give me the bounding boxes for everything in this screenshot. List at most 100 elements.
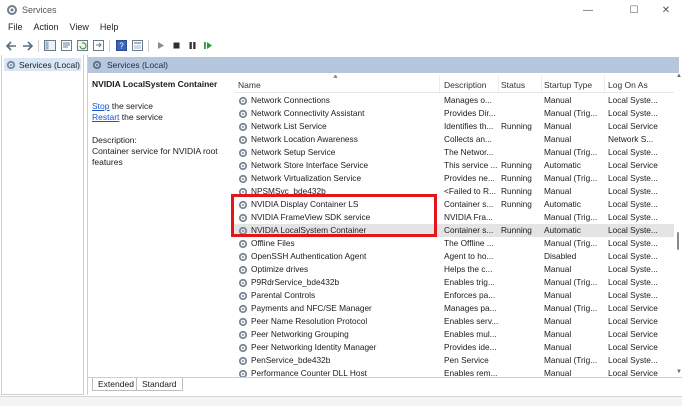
service-gear-icon [238, 174, 248, 183]
menu-view[interactable]: View [70, 22, 89, 36]
table-row[interactable]: Network Location Awareness Collects an...… [234, 133, 674, 146]
table-row[interactable]: Peer Name Resolution Protocol Enables ser… [234, 315, 674, 328]
service-description: The Offline ... [444, 238, 494, 248]
service-gear-icon [238, 148, 248, 157]
service-gear-icon [238, 343, 248, 352]
service-startup-type: Manual [544, 264, 572, 274]
service-name: Offline Files [251, 238, 295, 248]
column-divider[interactable] [604, 75, 605, 92]
table-row[interactable]: Network Connectivity Assistant Provides D… [234, 107, 674, 120]
column-divider[interactable] [498, 75, 499, 92]
refresh-icon[interactable] [75, 39, 89, 53]
table-row[interactable]: Network Store Interface Service This serv… [234, 159, 674, 172]
table-row[interactable]: Network List Service Identifies th... Runn… [234, 120, 674, 133]
pause-icon[interactable] [185, 39, 199, 53]
service-gear-icon [238, 356, 248, 365]
properties-icon[interactable] [59, 39, 73, 53]
service-name: Peer Networking Identity Manager [251, 342, 377, 352]
service-name: Parental Controls [251, 290, 316, 300]
play-icon[interactable] [153, 39, 167, 53]
back-arrow-icon[interactable] [4, 39, 18, 53]
service-description: The Networ... [444, 147, 494, 157]
menu-action[interactable]: Action [34, 22, 59, 36]
column-header-startup-type[interactable]: Startup Type [544, 80, 592, 93]
column-header-log-on-as[interactable]: Log On As [608, 80, 648, 93]
description-panel: NVIDIA LocalSystem Container Stop the se… [92, 79, 226, 168]
service-description: Enables serv... [444, 316, 498, 326]
table-row[interactable]: P9RdrService_bde432b Enables trig... Manua… [234, 276, 674, 289]
details-icon[interactable] [130, 39, 144, 53]
service-description: Enables rem... [444, 368, 498, 377]
table-row[interactable]: Network Setup Service The Networ... Manual… [234, 146, 674, 159]
service-description: Agent to ho... [444, 251, 494, 261]
menu-file[interactable]: File [8, 22, 23, 36]
help-icon[interactable]: ? [114, 39, 128, 53]
services-gear-icon [6, 60, 16, 69]
restart-service-link[interactable]: Restart [92, 112, 119, 122]
table-row[interactable]: Payments and NFC/SE Manager Manages pa...… [234, 302, 674, 315]
view-tabs: Extended Standard [88, 377, 682, 391]
service-description: Identifies th... [444, 121, 494, 131]
table-row[interactable]: Offline Files The Offline ... Manual (Trig… [234, 237, 674, 250]
service-gear-icon [238, 109, 248, 118]
service-startup-type: Automatic [544, 225, 581, 235]
restart-icon[interactable] [201, 39, 215, 53]
service-gear-icon [238, 135, 248, 144]
table-row[interactable]: Network Virtualization Service Provides n… [234, 172, 674, 185]
service-name-cell: Performance Counter DLL Host [238, 367, 438, 377]
service-gear-icon [238, 96, 248, 105]
service-description: Manages o... [444, 95, 492, 105]
vertical-scrollbar[interactable]: ▲ ▼ [676, 73, 682, 377]
table-row[interactable]: PenService_bde432b Pen Service Manual (Tri… [234, 354, 674, 367]
stop-icon[interactable] [169, 39, 183, 53]
table-row[interactable]: Peer Networking Grouping Enables mul... Ma… [234, 328, 674, 341]
forward-arrow-icon[interactable] [20, 39, 34, 53]
service-name: Network Virtualization Service [251, 173, 362, 183]
tab-extended[interactable]: Extended [92, 378, 140, 391]
service-status: Running [501, 186, 532, 196]
service-name: Network Location Awareness [251, 134, 358, 144]
minimize-button[interactable]: — [574, 2, 602, 18]
scrollbar-thumb[interactable] [677, 232, 679, 250]
service-description: <Failed to R... [444, 186, 496, 196]
service-log-on-as: Local Service [608, 160, 658, 170]
toolbar-separator [109, 39, 110, 52]
table-row[interactable]: Performance Counter DLL Host Enables rem.… [234, 367, 674, 377]
menu-help[interactable]: Help [100, 22, 119, 36]
column-divider[interactable] [439, 75, 440, 92]
service-name-cell: Network Connectivity Assistant [238, 107, 438, 120]
service-status: Running [501, 121, 532, 131]
table-row[interactable]: Parental Controls Enforces pa... Manual Loc… [234, 289, 674, 302]
scroll-up-icon[interactable]: ▲ [676, 73, 682, 79]
service-startup-type: Manual [544, 121, 572, 131]
title-bar: Services — ☐ ✕ [0, 0, 682, 20]
console-tree-icon[interactable] [43, 39, 57, 53]
table-row[interactable]: Peer Networking Identity Manager Provides… [234, 341, 674, 354]
column-header-description[interactable]: Description [444, 80, 487, 93]
stop-line: Stop the service [92, 101, 226, 112]
service-name-cell: Network Location Awareness [238, 133, 438, 146]
service-name-cell: Parental Controls [238, 289, 438, 302]
service-log-on-as: Local Syste... [608, 95, 658, 105]
table-row[interactable]: Optimize drives Helps the c... Manual Local… [234, 263, 674, 276]
table-row[interactable]: Network Connections Manages o... Manual Loc… [234, 94, 674, 107]
stop-service-link[interactable]: Stop [92, 101, 110, 111]
column-divider[interactable] [541, 75, 542, 92]
scroll-down-icon[interactable]: ▼ [676, 369, 682, 375]
maximize-button[interactable]: ☐ [620, 2, 648, 18]
service-name: Network Store Interface Service [251, 160, 369, 170]
service-gear-icon [238, 369, 248, 377]
service-startup-type: Manual (Trig... [544, 173, 598, 183]
menu-bar: File Action View Help [0, 22, 682, 36]
service-startup-type: Manual [544, 186, 572, 196]
column-header-status[interactable]: Status [501, 80, 525, 93]
close-button[interactable]: ✕ [652, 2, 680, 18]
service-log-on-as: Local Syste... [608, 108, 658, 118]
export-icon[interactable] [91, 39, 105, 53]
service-description: Container s... [444, 225, 494, 235]
table-row[interactable]: OpenSSH Authentication Agent Agent to ho.… [234, 250, 674, 263]
tree-item-services-local[interactable]: Services (Local) [4, 58, 81, 71]
column-header-name[interactable]: Name [238, 80, 261, 93]
service-startup-type: Manual (Trig... [544, 303, 598, 313]
tab-standard[interactable]: Standard [136, 378, 183, 391]
